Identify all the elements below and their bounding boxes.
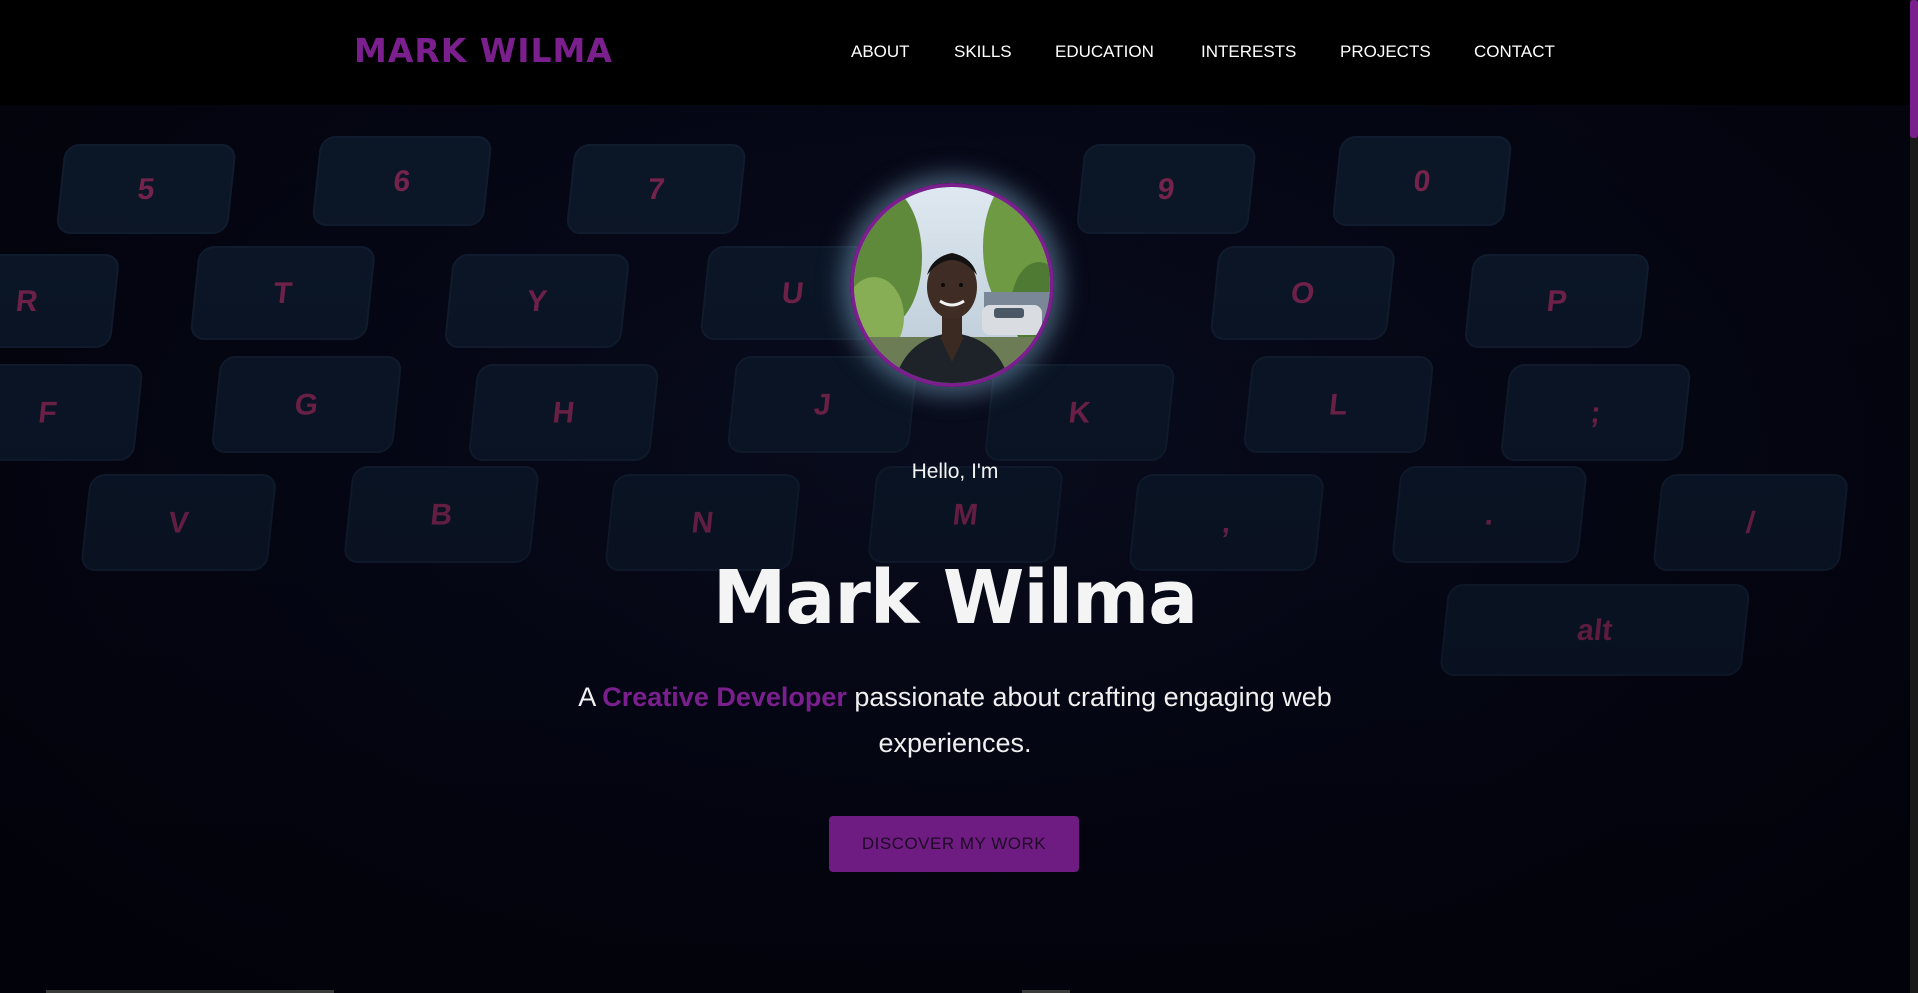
portfolio-page: 56790RTYUOPFGHJKL;VBNM,./alt MARK WILMA … (0, 0, 1918, 993)
discover-work-button[interactable]: DISCOVER MY WORK (829, 816, 1079, 872)
tagline-accent: Creative Developer (602, 682, 847, 712)
page-scrollbar[interactable] (1910, 0, 1918, 993)
hero-greeting: Hello, I'm (911, 460, 999, 483)
nav-link-skills[interactable]: SKILLS (954, 42, 1012, 62)
top-navbar: MARK WILMA ABOUT SKILLS EDUCATION INTERE… (0, 0, 1910, 105)
nav-link-education[interactable]: EDUCATION (1055, 42, 1154, 62)
tagline-suffix: passionate about crafting engaging web e… (846, 682, 1332, 758)
nav-link-contact[interactable]: CONTACT (1474, 42, 1555, 62)
main-nav: ABOUT SKILLS EDUCATION INTERESTS PROJECT… (0, 42, 1910, 66)
hero-name: Mark Wilma (712, 555, 1198, 641)
avatar-photo (854, 187, 1050, 383)
nav-link-interests[interactable]: INTERESTS (1201, 42, 1296, 62)
profile-avatar (850, 183, 1054, 387)
tagline-prefix: A (578, 682, 603, 712)
scrollbar-thumb[interactable] (1910, 0, 1918, 138)
hero-tagline: A Creative Developer passionate about cr… (540, 674, 1370, 766)
nav-link-about[interactable]: ABOUT (851, 42, 910, 62)
nav-link-projects[interactable]: PROJECTS (1340, 42, 1431, 62)
